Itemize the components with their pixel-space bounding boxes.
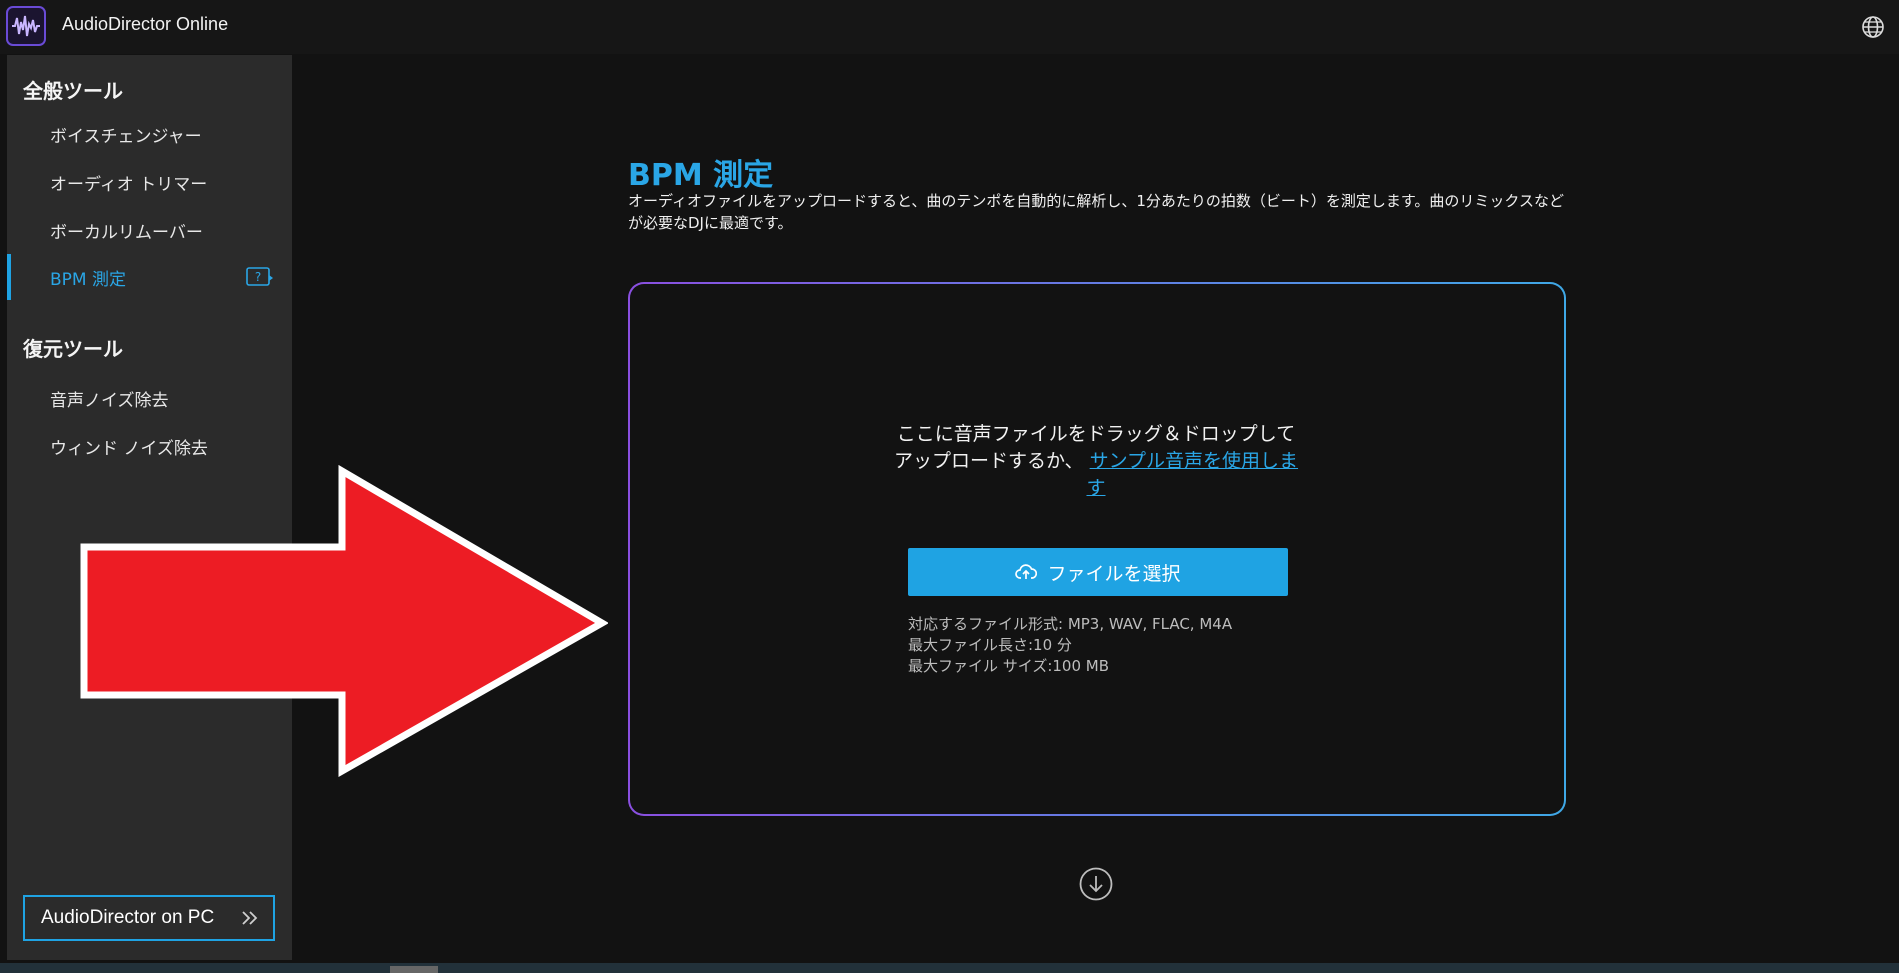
- sidebar-item-label: オーディオ トリマー: [50, 174, 208, 195]
- upload-dropzone[interactable]: ここに音声ファイルをドラッグ＆ドロップしてアップロードするか、 サンプル音声を使…: [628, 282, 1566, 816]
- dropzone-inner: ここに音声ファイルをドラッグ＆ドロップしてアップロードするか、 サンプル音声を使…: [630, 284, 1564, 814]
- audiodirector-pc-button[interactable]: AudioDirector on PC: [23, 895, 275, 941]
- page-title: BPM 測定: [628, 158, 774, 193]
- sidebar-item-vocal-remover[interactable]: ボーカルリムーバー: [7, 207, 292, 253]
- section-title-restore: 復元ツール: [23, 337, 123, 361]
- app-title: AudioDirector Online: [62, 14, 229, 34]
- tutorial-video-icon[interactable]: ?: [246, 266, 274, 288]
- select-file-label: ファイルを選択: [1047, 562, 1181, 585]
- sidebar-item-audio-trimmer[interactable]: オーディオ トリマー: [7, 159, 292, 205]
- double-chevron-right-icon: [242, 911, 258, 925]
- drop-instructions: ここに音声ファイルをドラッグ＆ドロップしてアップロードするか、 サンプル音声を使…: [892, 421, 1300, 502]
- cloud-upload-icon: [1015, 564, 1038, 579]
- globe-icon[interactable]: [1861, 15, 1885, 39]
- section-title-general: 全般ツール: [23, 79, 123, 103]
- file-requirements: 対応するファイル形式: MP3, WAV, FLAC, M4A 最大ファイル長さ…: [908, 614, 1232, 677]
- sidebar-item-label: ボーカルリムーバー: [50, 222, 203, 243]
- top-bar: AudioDirector Online: [0, 0, 1899, 54]
- sidebar-item-label: ウィンド ノイズ除去: [50, 438, 208, 459]
- red-arrow-annotation-icon: [80, 465, 608, 777]
- sidebar-item-bpm[interactable]: BPM 測定 ?: [7, 254, 292, 300]
- sidebar-item-label: 音声ノイズ除去: [50, 390, 169, 411]
- select-file-button[interactable]: ファイルを選択: [908, 548, 1288, 596]
- sidebar-item-label: ボイスチェンジャー: [50, 126, 202, 147]
- svg-text:?: ?: [255, 270, 261, 284]
- max-length: 最大ファイル長さ:10 分: [908, 636, 1072, 654]
- sidebar-item-label: BPM 測定: [50, 269, 126, 290]
- pc-button-label: AudioDirector on PC: [41, 907, 215, 928]
- app-logo-icon[interactable]: [6, 6, 46, 46]
- sample-audio-link[interactable]: サンプル音声を使用します: [1086, 450, 1298, 499]
- sidebar-item-wind-noise[interactable]: ウィンド ノイズ除去: [7, 423, 292, 469]
- max-size: 最大ファイル サイズ:100 MB: [908, 657, 1110, 675]
- horizontal-scrollbar[interactable]: [0, 963, 1899, 973]
- scroll-down-icon[interactable]: [1078, 866, 1114, 902]
- scrollbar-thumb[interactable]: [390, 966, 438, 973]
- active-indicator: [7, 254, 11, 300]
- sidebar-item-voice-changer[interactable]: ボイスチェンジャー: [7, 111, 292, 157]
- page-description: オーディオファイルをアップロードすると、曲のテンポを自動的に解析し、1分あたりの…: [628, 192, 1564, 232]
- supported-formats: 対応するファイル形式: MP3, WAV, FLAC, M4A: [908, 615, 1233, 633]
- sidebar-item-audio-denoise[interactable]: 音声ノイズ除去: [7, 375, 292, 421]
